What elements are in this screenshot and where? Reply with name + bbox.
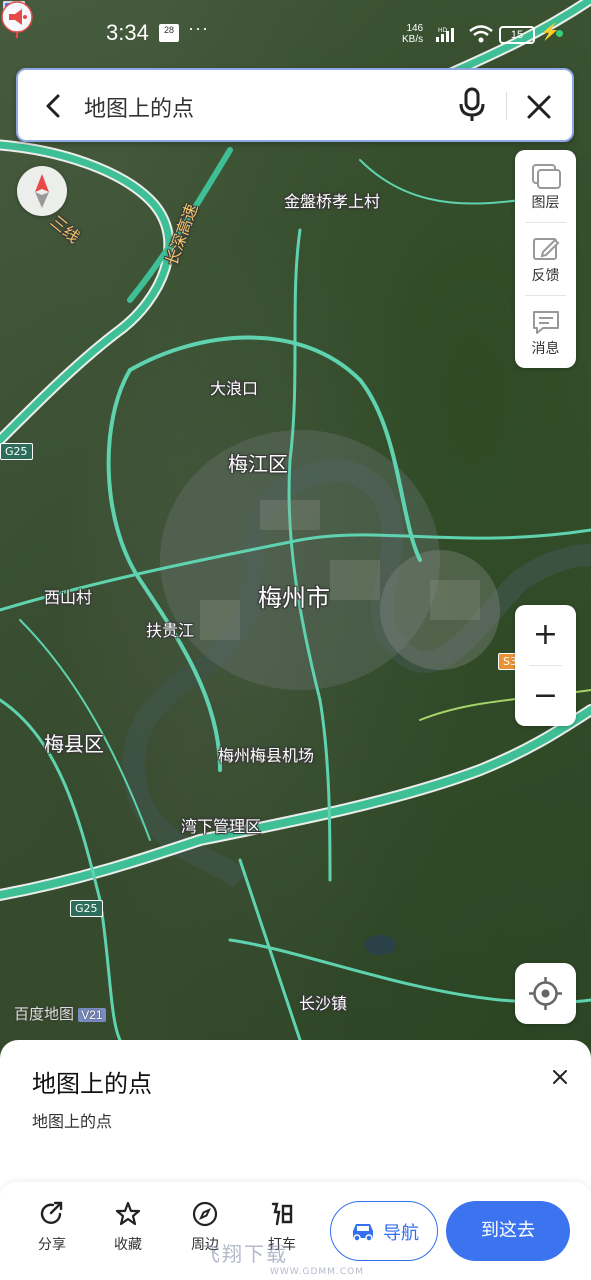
battery-icon: 15	[499, 26, 535, 44]
calendar-icon: 28	[159, 24, 179, 42]
map-tools-panel: 图层 反馈 消息	[515, 150, 576, 368]
share-icon	[40, 1201, 63, 1224]
privacy-indicator-icon	[556, 30, 563, 37]
star-icon	[115, 1201, 141, 1226]
messages-label: 消息	[531, 341, 560, 357]
net-speed-value: 146	[406, 23, 424, 34]
compass-icon	[35, 174, 49, 208]
provider-version: V21	[78, 1008, 106, 1022]
feedback-edit-icon	[532, 238, 559, 260]
search-bar[interactable]: 地图上的点	[16, 68, 574, 142]
map-label-village: 金盤桥孝上村	[284, 192, 381, 211]
go-here-button[interactable]: 到这去	[446, 1201, 570, 1261]
zoom-out-button[interactable]: −	[515, 666, 576, 726]
messages-button[interactable]: 消息	[515, 296, 576, 368]
road-badge-g25-bottom: G25	[70, 900, 103, 917]
provider-name: 百度地图	[14, 1006, 75, 1023]
divider	[506, 92, 507, 120]
taxi-icon	[271, 1202, 293, 1226]
feedback-button[interactable]: 反馈	[515, 223, 576, 295]
share-button[interactable]: 分享	[22, 1200, 82, 1254]
place-subtitle: 地图上的点	[32, 1112, 113, 1131]
search-input[interactable]: 地图上的点	[84, 91, 194, 123]
watermark-url: WWW.GDMM.COM	[270, 1267, 364, 1277]
map-label-wanxia: 湾下管理区	[181, 817, 262, 836]
status-time: 3:34	[106, 20, 149, 45]
map-label-district-meixian: 梅县区	[44, 732, 104, 756]
site-watermark: 飞翔下载 WWW.GDMM.COM	[200, 1238, 364, 1277]
network-speed: 146 KB/s	[402, 23, 423, 45]
status-bar: 3:34 28 ··· 146 KB/s HD 15 ⚡	[0, 0, 591, 66]
zoom-control: + −	[515, 605, 576, 726]
map-label-fugui: 扶贵江	[146, 621, 195, 640]
compass-button[interactable]	[17, 166, 67, 216]
watermark-text: 飞翔下载	[200, 1242, 288, 1266]
close-icon[interactable]	[522, 90, 556, 124]
locate-me-button[interactable]	[515, 963, 576, 1024]
favorite-button[interactable]: 收藏	[98, 1200, 158, 1254]
layers-button[interactable]: 图层	[515, 150, 576, 222]
compass-nearby-icon	[192, 1201, 218, 1227]
hd-label: HD	[438, 27, 448, 34]
navigate-label: 导航	[383, 1223, 419, 1244]
close-sheet-icon[interactable]	[547, 1064, 573, 1090]
share-label: 分享	[38, 1237, 66, 1253]
zoom-in-button[interactable]: +	[515, 605, 576, 665]
signal-icon: HD	[436, 27, 454, 42]
favorite-label: 收藏	[114, 1237, 142, 1253]
message-icon	[532, 311, 559, 334]
wifi-icon	[469, 25, 493, 43]
map-label-city-meizhou: 梅州市	[258, 584, 330, 612]
layers-icon	[531, 164, 561, 189]
chevron-left-icon[interactable]	[36, 88, 72, 124]
map-label-dalangkou: 大浪口	[210, 379, 259, 398]
place-title: 地图上的点	[32, 1070, 152, 1098]
net-speed-unit: KB/s	[402, 34, 424, 45]
map-label-xishan: 西山村	[44, 588, 93, 607]
crosshair-icon	[529, 977, 562, 1010]
map-label-changsha: 长沙镇	[299, 994, 348, 1013]
road-badge-g25-left: G25	[0, 443, 33, 460]
feedback-label: 反馈	[531, 268, 560, 284]
map-provider-logo: 百度地图 V21	[14, 1003, 106, 1024]
layers-label: 图层	[531, 195, 560, 211]
more-notifications-icon: ···	[188, 18, 209, 38]
map-label-district-meijiang: 梅江区	[228, 452, 288, 476]
microphone-icon[interactable]	[456, 86, 488, 124]
map-label-airport: 梅州梅县机场	[218, 746, 315, 765]
